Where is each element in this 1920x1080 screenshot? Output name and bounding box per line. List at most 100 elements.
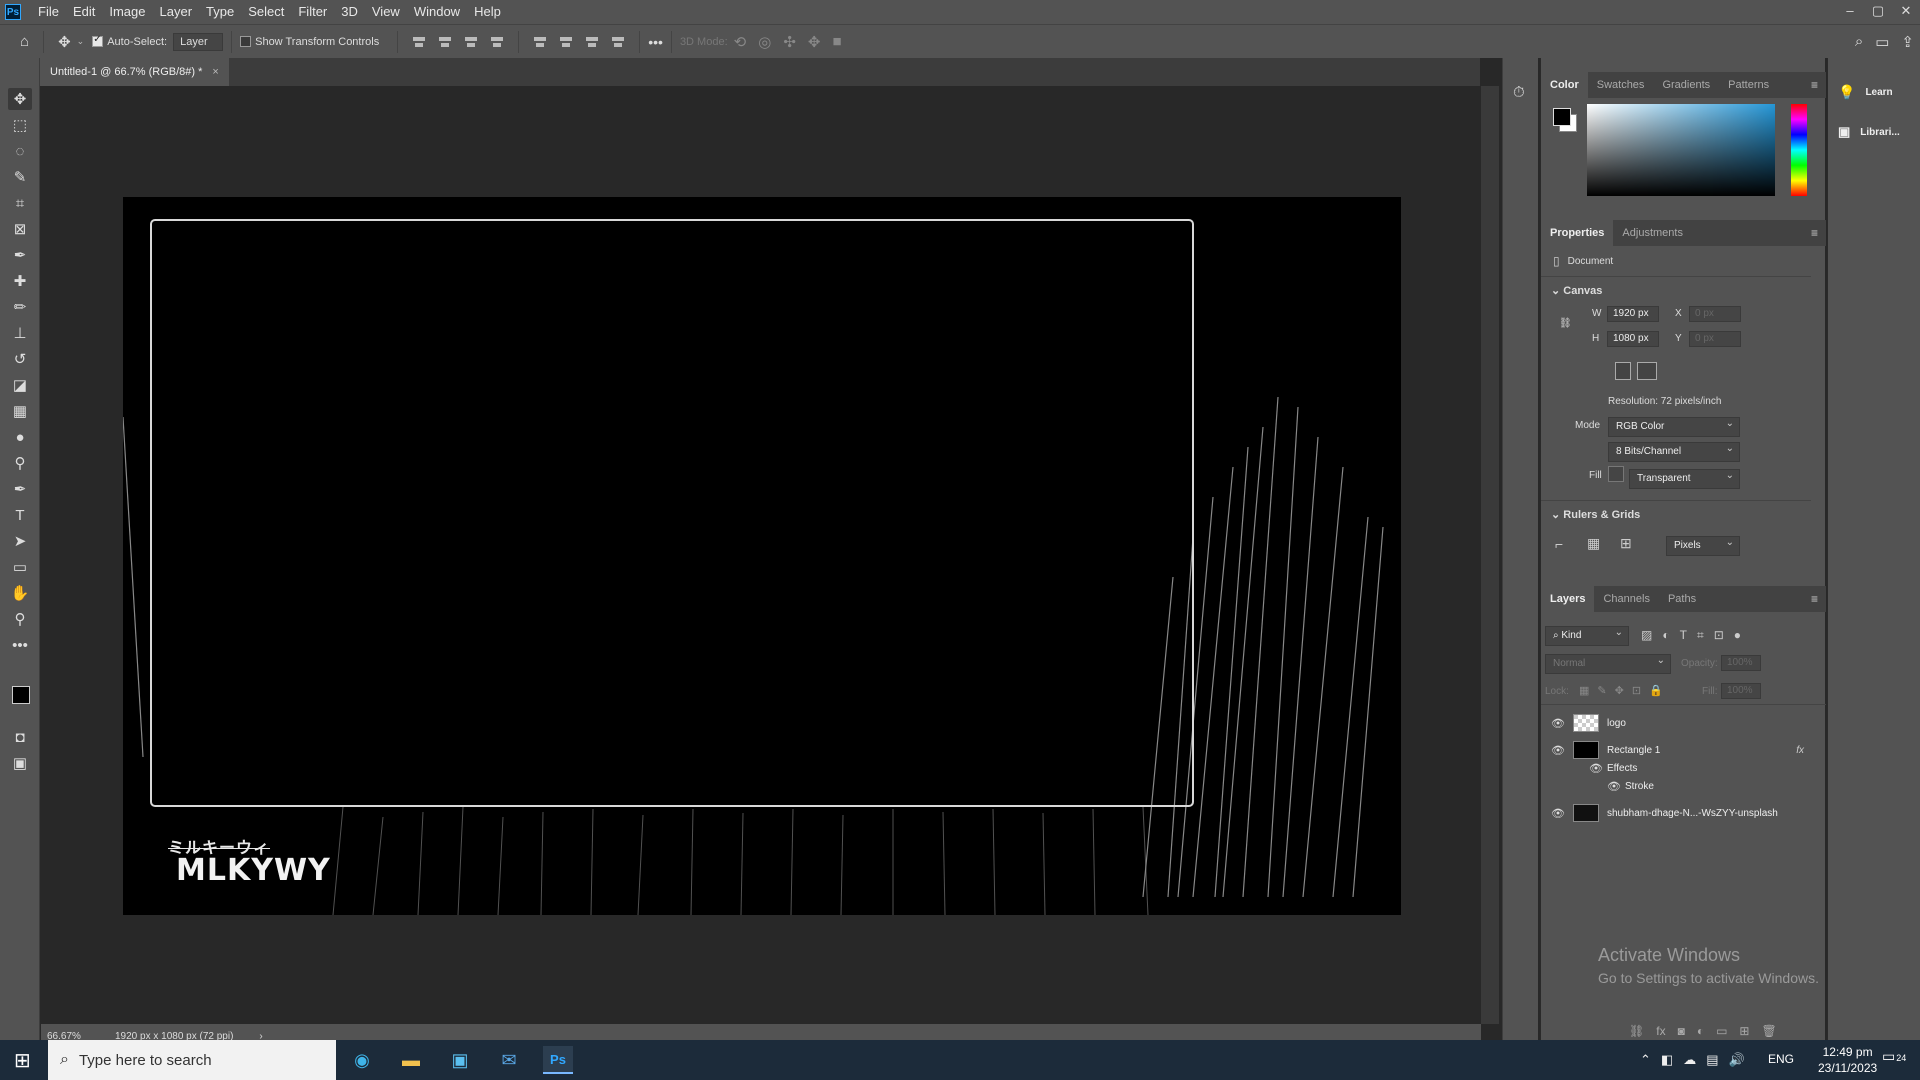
layer-filter-kind[interactable]: ⌕ Kind [1545, 626, 1629, 646]
visibility-eye-icon[interactable]: 👁 [1547, 807, 1569, 820]
libraries-button[interactable]: ▣ Librari... [1838, 124, 1900, 140]
menu-help[interactable]: Help [467, 0, 508, 24]
volume-icon[interactable]: 🔊 [1729, 1052, 1745, 1068]
language-indicator[interactable]: ENG [1768, 1052, 1794, 1066]
pixel-filter-icon[interactable]: ▨ [1641, 628, 1652, 643]
gradient-tool-icon[interactable]: ▦ [8, 400, 32, 422]
x-field[interactable]: 0 px [1689, 306, 1741, 322]
layer-row-background-photo[interactable]: 👁 shubham-dhage-N...-WsZYY-unsplash [1541, 800, 1826, 826]
3d-pan-icon[interactable]: ✣ [783, 33, 796, 51]
brush-tool-icon[interactable]: ✏ [8, 296, 32, 318]
smart-object-filter-icon[interactable]: ⊡ [1714, 628, 1724, 643]
add-mask-icon[interactable]: ◙ [1678, 1024, 1685, 1038]
tab-channels[interactable]: Channels [1594, 586, 1658, 612]
eraser-tool-icon[interactable]: ◪ [8, 374, 32, 396]
zoom-tool-icon[interactable]: ⚲ [8, 608, 32, 630]
panel-menu-icon[interactable]: ≡ [1811, 592, 1818, 606]
fill-swatch[interactable] [1608, 466, 1624, 482]
visibility-eye-icon[interactable]: 👁 [1603, 780, 1625, 793]
stroke-effect-row[interactable]: 👁 Stroke [1541, 776, 1826, 796]
tab-properties[interactable]: Properties [1541, 220, 1614, 246]
clone-stamp-tool-icon[interactable]: ⊥ [8, 322, 32, 344]
quick-selection-tool-icon[interactable]: ✎ [8, 166, 32, 188]
lock-artboard-icon[interactable]: ⊡ [1632, 684, 1641, 697]
tab-color[interactable]: Color [1541, 72, 1588, 98]
eyedropper-tool-icon[interactable]: ✒ [8, 244, 32, 266]
3d-camera-icon[interactable]: ■ [832, 33, 841, 50]
menu-image[interactable]: Image [102, 0, 152, 24]
chevron-up-icon[interactable]: ⌃ [1640, 1052, 1651, 1068]
close-button[interactable]: ✕ [1892, 0, 1920, 24]
minimize-button[interactable]: – [1836, 0, 1864, 24]
align-top-icon[interactable] [532, 35, 548, 49]
menu-select[interactable]: Select [241, 0, 291, 24]
auto-select-checkbox[interactable] [92, 34, 104, 47]
healing-brush-tool-icon[interactable]: ✚ [8, 270, 32, 292]
screen-mode-icon[interactable]: ▣ [8, 752, 32, 774]
foreground-color-swatch[interactable] [12, 686, 30, 704]
hand-tool-icon[interactable]: ✋ [8, 582, 32, 604]
tab-layers[interactable]: Layers [1541, 586, 1595, 612]
workspace-icon[interactable]: ▭ [1875, 33, 1889, 51]
frame-tool-icon[interactable]: ⊠ [8, 218, 32, 240]
move-tool-icon[interactable]: ✥ [8, 88, 32, 110]
menu-layer[interactable]: Layer [153, 0, 200, 24]
tray-app-icon[interactable]: ◧ [1661, 1052, 1673, 1068]
width-field[interactable]: 1920 px [1607, 306, 1659, 322]
distribute-icon[interactable] [489, 35, 505, 49]
align-bottom-icon[interactable] [584, 35, 600, 49]
tab-gradients[interactable]: Gradients [1653, 72, 1719, 98]
share-icon[interactable]: ⇪ [1901, 33, 1914, 51]
show-transform-checkbox[interactable] [240, 36, 252, 47]
delete-layer-icon[interactable]: 🗑 [1761, 1024, 1776, 1038]
grid-icon[interactable]: ▦ [1587, 535, 1600, 552]
visibility-eye-icon[interactable]: 👁 [1547, 744, 1569, 757]
chevron-down-icon[interactable]: ⌄ [77, 36, 85, 47]
fill-dropdown[interactable]: Transparent [1629, 469, 1740, 489]
rectangle-1-frame[interactable] [150, 219, 1194, 807]
type-tool-icon[interactable]: T [8, 504, 32, 526]
lock-position-icon[interactable]: ✥ [1615, 684, 1624, 697]
link-icon[interactable]: ⛓ [1559, 318, 1572, 329]
home-icon[interactable]: ⌂ [20, 33, 29, 50]
distribute-vertical-icon[interactable] [610, 35, 626, 49]
hue-slider[interactable] [1791, 104, 1807, 196]
3d-roll-icon[interactable]: ◎ [758, 33, 771, 51]
rulers-icon[interactable]: ⌐ [1555, 536, 1563, 552]
tab-patterns[interactable]: Patterns [1719, 72, 1778, 98]
align-center-icon[interactable] [437, 35, 453, 49]
menu-edit[interactable]: Edit [66, 0, 102, 24]
mail-icon[interactable]: ✉ [494, 1046, 524, 1074]
link-layers-icon[interactable]: ⛓ [1629, 1024, 1644, 1038]
color-picker-field[interactable] [1587, 104, 1775, 196]
align-left-icon[interactable] [411, 35, 427, 49]
new-adjustment-icon[interactable]: ◐ [1697, 1024, 1704, 1038]
auto-select-target-dropdown[interactable]: Layer [173, 32, 224, 51]
rulers-grids-section-header[interactable]: ⌄ Rulers & Grids [1551, 508, 1640, 521]
mode-dropdown[interactable]: RGB Color [1608, 417, 1740, 437]
notifications-icon[interactable]: ▭24 [1882, 1048, 1906, 1065]
taskbar-search-box[interactable]: ⌕ Type here to search [48, 1040, 336, 1080]
portrait-orientation-icon[interactable] [1615, 362, 1631, 380]
more-options-icon[interactable]: ••• [648, 34, 663, 50]
opacity-field[interactable]: 100% [1721, 655, 1761, 671]
3d-orbit-icon[interactable]: ⟲ [734, 33, 747, 51]
guides-icon[interactable]: ⊞ [1620, 535, 1632, 552]
tab-swatches[interactable]: Swatches [1588, 72, 1654, 98]
photoshop-logo-icon[interactable]: Ps [5, 4, 21, 20]
align-right-icon[interactable] [463, 35, 479, 49]
add-style-icon[interactable]: fx [1656, 1024, 1665, 1038]
menu-window[interactable]: Window [407, 0, 467, 24]
learn-button[interactable]: 💡 Learn [1838, 84, 1893, 101]
rectangle-tool-icon[interactable]: ▭ [8, 556, 32, 578]
restore-button[interactable]: ▢ [1864, 0, 1892, 24]
lock-all-icon[interactable]: 🔒 [1649, 684, 1663, 697]
marquee-tool-icon[interactable]: ⬚ [8, 114, 32, 136]
fill-opacity-field[interactable]: 100% [1721, 683, 1761, 699]
vertical-scrollbar[interactable] [1481, 86, 1499, 1024]
filter-toggle-icon[interactable]: ● [1734, 628, 1741, 643]
move-tool-preset-icon[interactable]: ✥ [58, 33, 71, 51]
blend-mode-dropdown[interactable]: Normal [1545, 654, 1671, 674]
new-layer-icon[interactable]: ⊞ [1739, 1024, 1749, 1038]
path-selection-tool-icon[interactable]: ➤ [8, 530, 32, 552]
